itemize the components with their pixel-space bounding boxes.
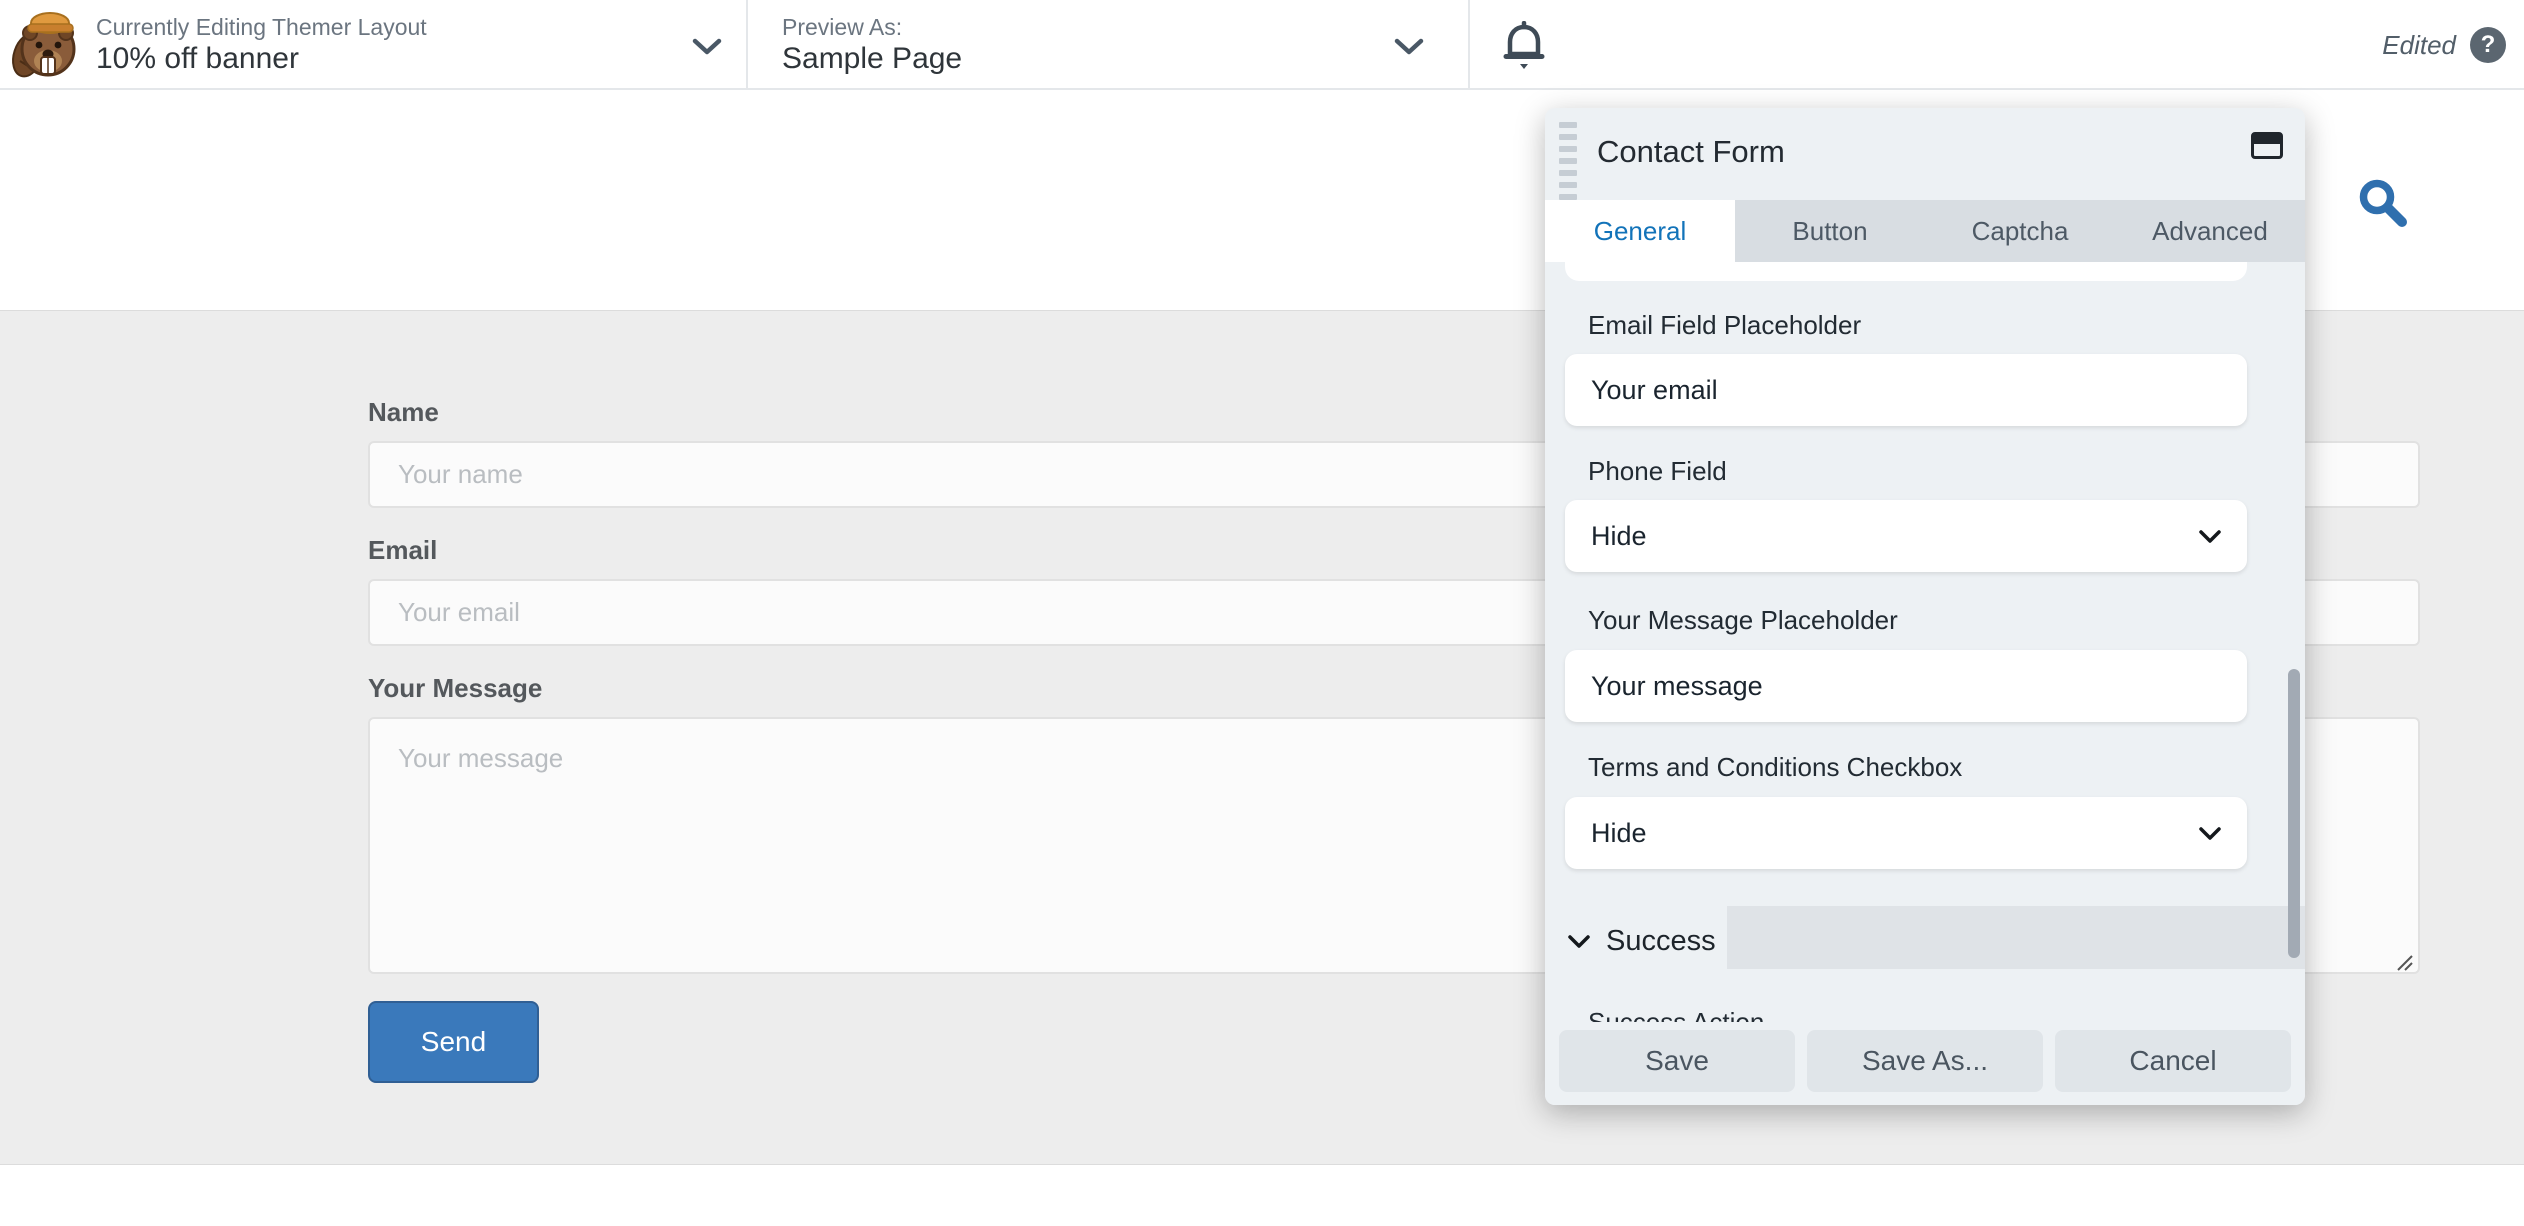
panel-scroll-body: Email Field Placeholder Phone Field Hide… [1545, 262, 2305, 1022]
send-button[interactable]: Send [368, 1001, 539, 1083]
chevron-down-icon [692, 38, 722, 55]
email-placeholder-setting-label: Email Field Placeholder [1588, 310, 1862, 340]
message-placeholder-setting-field [1565, 650, 2247, 722]
panel-tabs: General Button Captcha Advanced [1545, 200, 2305, 262]
layout-switcher-text: Currently Editing Themer Layout 10% off … [96, 13, 427, 77]
message-placeholder-setting-label: Your Message Placeholder [1588, 605, 1898, 635]
edited-status-badge: Edited [2382, 29, 2456, 60]
chevron-down-icon [1568, 934, 1590, 948]
contact-form-settings-panel: Contact Form General Button Captcha Adva… [1545, 108, 2305, 1105]
editing-layout-title: 10% off banner [96, 42, 299, 75]
chevron-down-icon [2199, 529, 2221, 543]
scrolled-field-remnant [1565, 262, 2247, 281]
topbar-divider [746, 0, 748, 90]
tab-general[interactable]: General [1545, 200, 1735, 262]
success-section-header[interactable]: Success [1545, 906, 2305, 976]
panel-footer: Save Save As... Cancel [1545, 1022, 2305, 1105]
email-field-label: Email [368, 535, 438, 565]
save-button[interactable]: Save [1559, 1030, 1795, 1092]
topbar-right: Edited ? [2382, 0, 2506, 90]
preview-as-value: Sample Page [782, 42, 963, 75]
save-as-button[interactable]: Save As... [1807, 1030, 2043, 1092]
success-section-tab: Success [1545, 906, 1727, 976]
editing-context-label: Currently Editing Themer Layout [96, 14, 427, 40]
message-placeholder-setting-input[interactable] [1565, 650, 2247, 722]
page-footer-area [0, 1166, 2524, 1226]
preview-as-text: Preview As: Sample Page [782, 13, 962, 77]
cancel-button[interactable]: Cancel [2055, 1030, 2291, 1092]
panel-title: Contact Form [1597, 134, 1785, 169]
window-mode-icon[interactable] [2251, 132, 2283, 159]
email-placeholder-setting-field [1565, 354, 2247, 426]
layout-switcher-dropdown[interactable]: Currently Editing Themer Layout 10% off … [96, 0, 746, 90]
preview-as-dropdown[interactable]: Preview As: Sample Page [782, 0, 1446, 90]
tab-captcha[interactable]: Captcha [1925, 200, 2115, 262]
preview-as-label: Preview As: [782, 14, 903, 40]
name-field-label: Name [368, 397, 439, 427]
message-field-label: Your Message [368, 673, 543, 703]
tab-advanced[interactable]: Advanced [2115, 200, 2305, 262]
drag-handle[interactable] [1559, 122, 1579, 200]
terms-checkbox-select-value: Hide [1591, 817, 1647, 848]
phone-field-select-value: Hide [1591, 520, 1647, 551]
builder-screen: Currently Editing Themer Layout 10% off … [0, 0, 2524, 1226]
terms-checkbox-select[interactable]: Hide [1565, 797, 2247, 869]
success-action-label-clipped: Success Action [1588, 1007, 1765, 1022]
search-icon[interactable] [2356, 176, 2412, 232]
panel-header: Contact Form [1545, 108, 2305, 200]
chevron-down-icon [1394, 38, 1424, 55]
phone-field-select[interactable]: Hide [1565, 500, 2247, 572]
email-placeholder-setting-input[interactable] [1565, 354, 2247, 426]
top-bar: Currently Editing Themer Layout 10% off … [0, 0, 2524, 90]
help-icon[interactable]: ? [2470, 27, 2506, 63]
notifications-bell-icon[interactable] [1500, 21, 1548, 71]
tab-button[interactable]: Button [1735, 200, 1925, 262]
terms-checkbox-setting-label: Terms and Conditions Checkbox [1588, 752, 1963, 782]
success-section-label: Success [1606, 924, 1716, 957]
chevron-down-icon [2199, 826, 2221, 840]
phone-field-setting-label: Phone Field [1588, 456, 1727, 486]
beaver-builder-logo-icon [12, 12, 76, 78]
topbar-divider [1468, 0, 1470, 90]
panel-scrollbar-thumb[interactable] [2288, 669, 2300, 958]
